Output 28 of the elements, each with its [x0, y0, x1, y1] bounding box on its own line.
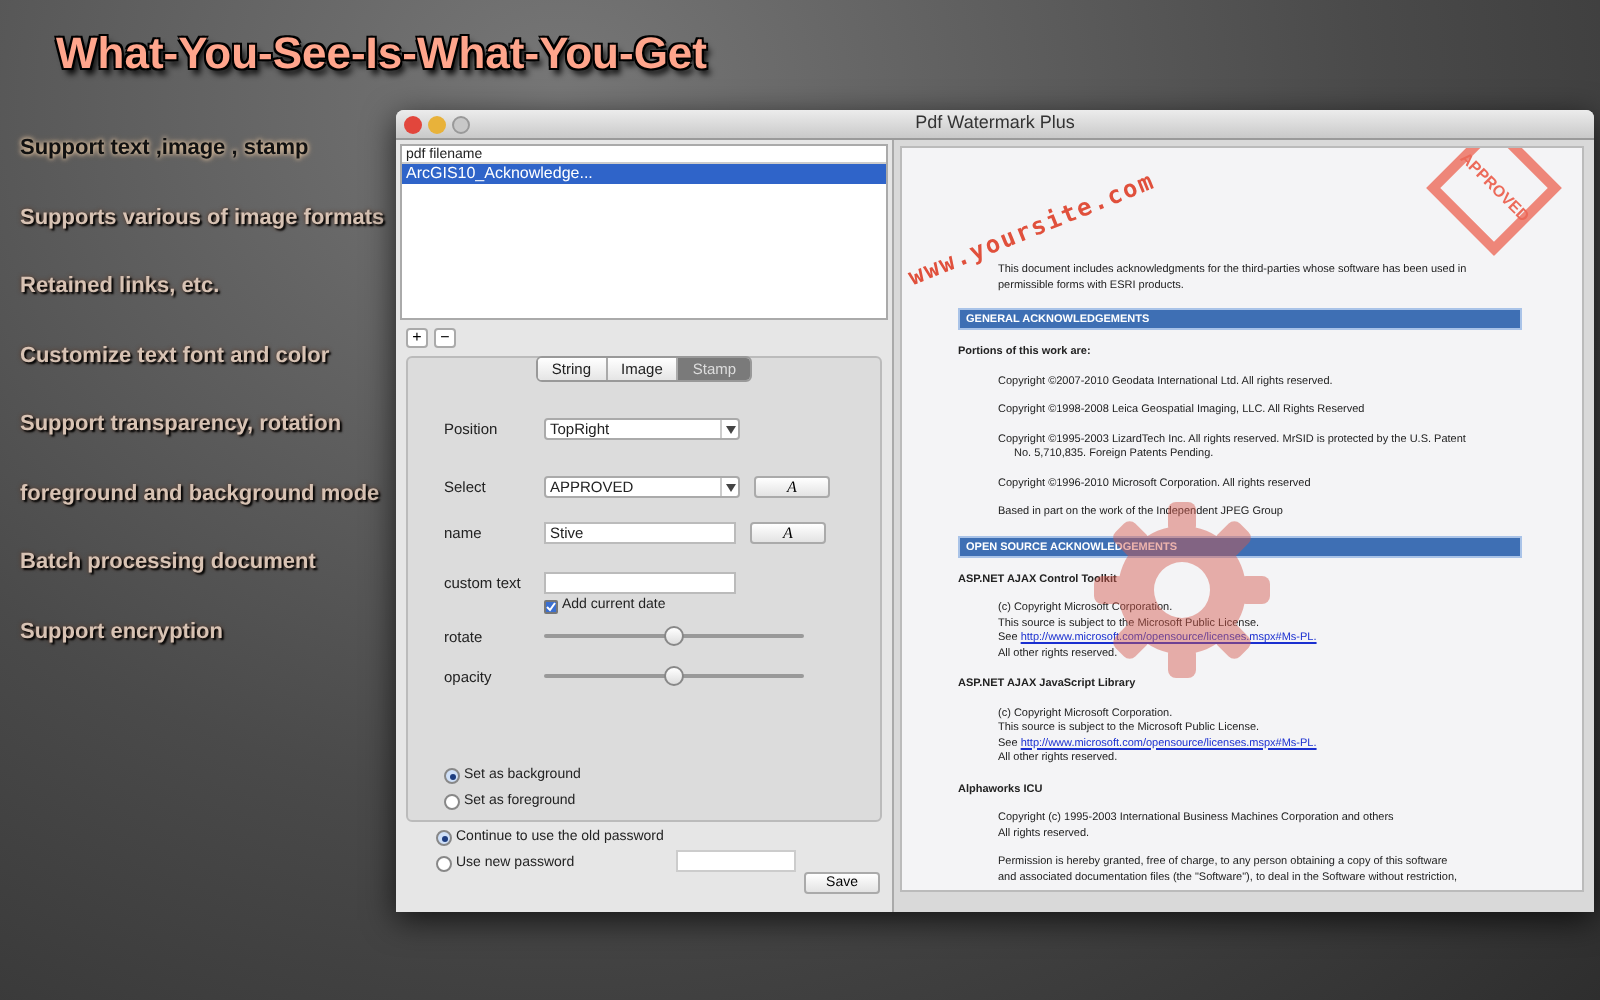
- feature-item: Customize text font and color: [20, 341, 332, 371]
- file-row[interactable]: ArcGIS10_Acknowledge...: [402, 164, 886, 184]
- feature-item: Batch processing document: [20, 548, 318, 578]
- radio-button[interactable]: [444, 793, 460, 810]
- list-button[interactable]: +: [406, 328, 428, 348]
- caret-icon: [725, 425, 735, 434]
- feature-item: Supports various of image formats: [20, 203, 385, 233]
- caret-icon: [725, 483, 735, 492]
- window-title: Pdf Watermark Plus: [915, 110, 1075, 137]
- slider-thumb[interactable]: [664, 666, 684, 687]
- new-password-field[interactable]: [676, 850, 796, 872]
- zoom-button[interactable]: [452, 116, 470, 134]
- checkbox[interactable]: [544, 599, 558, 614]
- radio-button[interactable]: [444, 768, 460, 785]
- radio-button[interactable]: [436, 830, 452, 847]
- feature-item: Support text ,image , stamp: [20, 134, 311, 164]
- close-button[interactable]: [404, 116, 422, 134]
- feature-item: Support transparency, rotation: [20, 410, 344, 440]
- headline: What-You-See-Is-What-You-Get: [56, 26, 707, 82]
- radio-button[interactable]: [436, 855, 452, 872]
- feature-item: foreground and background mode: [20, 479, 382, 509]
- text-field[interactable]: [544, 571, 736, 594]
- font-button[interactable]: A: [754, 476, 830, 499]
- feature-item: Support encryption: [20, 617, 225, 647]
- slider-thumb[interactable]: [664, 626, 684, 647]
- list-button[interactable]: −: [434, 328, 456, 348]
- feature-item: Retained links, etc.: [20, 272, 222, 302]
- font-button[interactable]: A: [750, 521, 826, 544]
